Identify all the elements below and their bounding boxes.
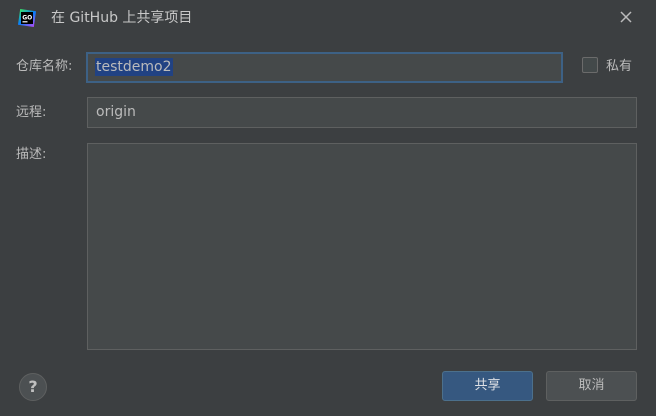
dialog-title: 在 GitHub 上共享项目 <box>51 10 193 26</box>
share-button-label: 共享 <box>474 378 501 393</box>
goland-icon: GO <box>16 7 38 29</box>
share-button[interactable]: 共享 <box>442 371 533 401</box>
remote-value: origin <box>96 104 136 120</box>
remote-label: 远程: <box>16 105 47 120</box>
title-bar: GO 在 GitHub 上共享项目 <box>0 0 656 36</box>
cancel-button[interactable]: 取消 <box>546 371 637 401</box>
description-textarea[interactable] <box>87 143 637 350</box>
close-icon <box>620 11 632 23</box>
remote-input[interactable]: origin <box>87 97 637 128</box>
close-button[interactable] <box>612 6 640 30</box>
repo-name-input[interactable]: testdemo2 <box>86 52 563 83</box>
repo-name-label: 仓库名称: <box>16 59 73 74</box>
svg-text:GO: GO <box>22 14 32 21</box>
help-icon: ? <box>28 377 38 396</box>
private-checkbox[interactable] <box>582 57 598 73</box>
private-label[interactable]: 私有 <box>606 58 632 76</box>
description-label: 描述: <box>16 147 47 162</box>
share-on-github-dialog: GO 在 GitHub 上共享项目 仓库名称: testdemo2 私有 远程:… <box>0 0 656 416</box>
repo-name-value: testdemo2 <box>95 58 173 76</box>
help-button[interactable]: ? <box>19 373 47 401</box>
cancel-button-label: 取消 <box>578 378 605 393</box>
